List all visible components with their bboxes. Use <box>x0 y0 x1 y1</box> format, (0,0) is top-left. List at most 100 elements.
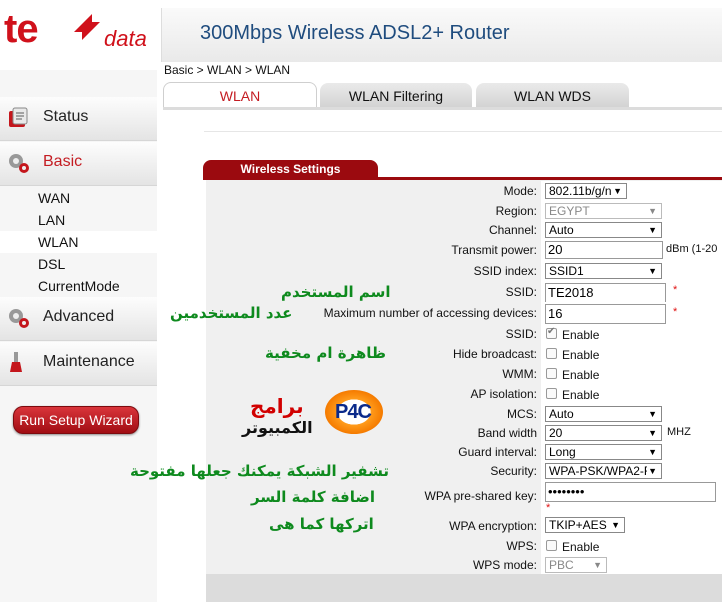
annotation-username: اسم المستخدم <box>281 283 391 301</box>
wrench-icon <box>10 352 22 372</box>
form-footer-bar <box>206 574 722 602</box>
field-value-cell: PBC ▼ <box>541 555 722 574</box>
tab-wlan-filtering[interactable]: WLAN Filtering <box>320 83 472 108</box>
status-icon <box>9 107 28 127</box>
brand-logo: te data <box>0 0 157 70</box>
select-value: Auto <box>549 223 574 237</box>
select-value: Long <box>549 445 576 459</box>
sidebar-item-currentmode[interactable]: CurrentMode <box>0 275 157 297</box>
wps-mode-select[interactable]: PBC ▼ <box>545 557 607 573</box>
watermark-title: برامج <box>250 394 304 418</box>
page-header: 300Mbps Wireless ADSL2+ Router <box>161 8 722 62</box>
field-value-cell: Enable <box>541 384 722 404</box>
select-value: WPA-PSK/WPA2-F <box>549 464 652 478</box>
ssid-index-select[interactable]: SSID1 ▼ <box>545 263 662 279</box>
field-value-cell: 802.11b/g/n ▼ <box>541 181 722 201</box>
form-row-guard-interval: Guard interval: Long ▼ <box>206 442 722 461</box>
tab-wlan[interactable]: WLAN <box>163 82 317 108</box>
chevron-down-icon: ▼ <box>648 225 657 235</box>
field-label: SSID: <box>505 327 537 341</box>
form-row-wmm: WMM: Enable <box>206 364 722 384</box>
field-value-cell: Enable <box>541 536 722 555</box>
sidebar-item-maintenance[interactable]: Maintenance <box>0 342 157 386</box>
wpa-key-input[interactable]: •••••••• <box>545 482 716 502</box>
sidebar: te data Status Basic WAN LAN WLAN DSL Cu… <box>0 0 157 602</box>
chevron-down-icon: ▼ <box>647 464 657 478</box>
sidebar-item-basic[interactable]: Basic <box>0 142 157 186</box>
sidebar-item-wan[interactable]: WAN <box>0 187 157 209</box>
section-title: Wireless Settings <box>203 160 378 178</box>
select-value: TKIP+AES <box>549 518 607 532</box>
select-value: EGYPT <box>549 204 590 218</box>
hide-broadcast-checkbox[interactable] <box>546 348 557 359</box>
guard-interval-select[interactable]: Long ▼ <box>545 444 662 460</box>
field-label: Channel: <box>488 222 537 237</box>
field-label: Mode: <box>503 184 537 198</box>
field-value-cell: WPA-PSK/WPA2-F ▼ <box>541 461 722 480</box>
ap-isolation-checkbox[interactable] <box>546 388 557 399</box>
mode-select[interactable]: 802.11b/g/n ▼ <box>545 183 627 199</box>
sidebar-item-advanced[interactable]: Advanced <box>0 297 157 341</box>
checkbox-label: Enable <box>562 540 600 554</box>
ssid-input[interactable]: TE2018 <box>545 283 666 303</box>
select-value: 20 <box>549 426 563 440</box>
sidebar-item-label: Advanced <box>43 308 115 325</box>
wpa-encryption-select[interactable]: TKIP+AES ▼ <box>545 517 625 533</box>
run-setup-wizard-button[interactable]: Run Setup Wizard <box>13 406 139 434</box>
field-value-cell: 16 * <box>541 302 722 324</box>
form-row-region: Region: EGYPT ▼ <box>206 201 722 220</box>
checkbox-label: Enable <box>562 348 600 362</box>
form-row-wps-mode: WPS mode: PBC ▼ <box>206 555 722 574</box>
chevron-down-icon: ▼ <box>593 560 602 570</box>
checkbox-label: Enable <box>562 368 600 382</box>
sidebar-item-wlan[interactable]: WLAN <box>0 231 157 253</box>
bandwidth-select[interactable]: 20 ▼ <box>545 425 662 441</box>
select-value: SSID1 <box>549 264 584 278</box>
sidebar-item-status[interactable]: Status <box>0 97 157 141</box>
annotation-add-password: اضافة كلمة السر <box>251 488 375 506</box>
logo-te-text: te <box>4 7 39 51</box>
max-devices-input[interactable]: 16 <box>545 304 666 324</box>
annotation-visibility: ظاهرة ام مخفية <box>265 344 387 362</box>
required-marker: * <box>546 502 551 514</box>
region-select[interactable]: EGYPT ▼ <box>545 203 662 219</box>
field-label: WPS mode: <box>472 557 537 572</box>
required-marker: * <box>673 306 678 318</box>
field-label: Transmit power: <box>451 243 537 257</box>
chevron-down-icon: ▼ <box>611 520 620 530</box>
select-value: 802.11b/g/n <box>549 184 612 198</box>
chevron-down-icon: ▼ <box>648 266 657 276</box>
form-row-channel: Channel: Auto ▼ <box>206 220 722 239</box>
security-select[interactable]: WPA-PSK/WPA2-F ▼ <box>545 463 662 479</box>
wmm-checkbox[interactable] <box>546 368 557 379</box>
form-row-mode: Mode: 802.11b/g/n ▼ <box>206 181 722 201</box>
tab-wlan-wds[interactable]: WLAN WDS <box>476 83 629 108</box>
transmit-power-unit: dBm (1-20 <box>666 243 718 255</box>
chevron-down-icon: ▼ <box>648 409 657 419</box>
router-admin-page: te data Status Basic WAN LAN WLAN DSL Cu… <box>0 0 722 602</box>
watermark-subtitle: الكمبيوتر <box>242 418 313 437</box>
field-value-cell: 20 dBm (1-20 <box>541 239 722 261</box>
sidebar-item-label: Basic <box>43 153 83 170</box>
checkbox-label: Enable <box>562 328 600 342</box>
field-label: WMM: <box>502 367 537 381</box>
field-value-cell: 20 ▼ MHZ <box>541 423 722 442</box>
field-value-cell: •••••••• * <box>541 480 722 515</box>
sidebar-item-dsl[interactable]: DSL <box>0 253 157 275</box>
checkbox-label: Enable <box>562 388 600 402</box>
ssid-enable-checkbox[interactable] <box>546 326 557 339</box>
form-row-ssid-index: SSID index: SSID1 ▼ <box>206 261 722 281</box>
field-value-cell: Enable <box>541 324 722 344</box>
transmit-power-input[interactable]: 20 <box>545 241 663 259</box>
channel-select[interactable]: Auto ▼ <box>545 222 662 238</box>
field-value-cell: TE2018 * <box>541 281 722 303</box>
annotation-user-count: عدد المستخدمين <box>170 304 293 322</box>
wps-checkbox[interactable] <box>546 540 557 551</box>
sidebar-item-lan[interactable]: LAN <box>0 209 157 231</box>
form-row-ssid-enable: SSID: Enable <box>206 324 722 344</box>
field-value-cell: EGYPT ▼ <box>541 201 722 220</box>
field-label: Guard interval: <box>458 444 537 459</box>
mcs-select[interactable]: Auto ▼ <box>545 406 662 422</box>
sidebar-item-label: Status <box>43 108 89 125</box>
required-marker: * <box>673 284 678 296</box>
